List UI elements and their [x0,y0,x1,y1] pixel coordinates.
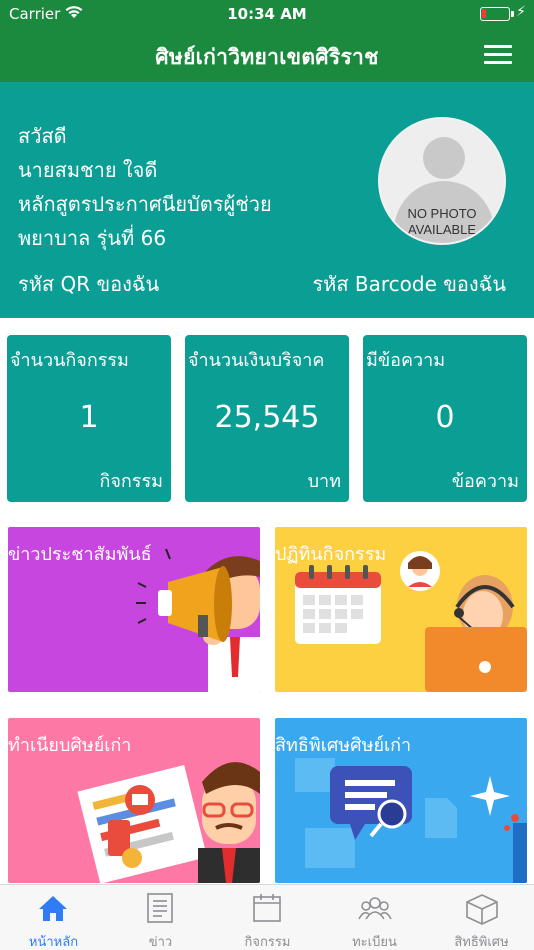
tab-bar: หน้าหลัก ข่าว กิจกรรม ทะเบียน สิทธิพิเศษ [0,884,534,950]
news-icon [147,893,173,923]
my-qr-code-link[interactable]: รหัส QR ของฉัน [18,268,159,300]
tile-label: ปฏิทินกิจกรรม [275,544,387,565]
tile-label: สิทธิพิเศษศิษย์เก่า [275,735,412,756]
hamburger-menu-icon[interactable] [484,45,512,65]
program-line-2: พยาบาล รุ่นที่ 66 [18,226,167,250]
alumni-directory-tile[interactable]: ทำเนียบศิษย์เก่า [8,718,260,883]
tab-label: สิทธิพิเศษ [454,935,509,950]
tab-label: กิจกรรม [244,935,291,950]
clock: 10:34 AM [227,5,307,23]
news-tile[interactable]: ข่าวประชาสัมพันธ์ [8,527,260,692]
status-bar: Carrier 10:34 AM ⚡ [0,0,534,28]
stat-label: มีข้อความ [366,350,446,371]
activity-count-card[interactable]: จำนวนกิจกรรม 1 กิจกรรม [7,335,171,502]
avatar[interactable]: NO PHOTO AVAILABLE [378,117,506,245]
stat-label: จำนวนกิจกรรม [10,350,129,371]
stat-unit: ข้อความ [451,471,519,492]
tab-activities[interactable]: กิจกรรม [214,885,321,950]
stat-value: 0 [435,400,455,435]
box-icon [466,894,498,925]
stat-unit: กิจกรรม [99,471,163,492]
stat-value: 1 [79,400,99,435]
messages-card[interactable]: มีข้อความ 0 ข้อความ [363,335,527,502]
nav-bar: ศิษย์เก่าวิทยาเขตศิริราช [0,28,534,82]
stat-value: 25,545 [214,400,320,435]
profile-header: สวัสดี นายสมชาย ใจดี หลักสูตรประกาศนียบั… [0,82,534,318]
tab-label: หน้าหลัก [28,935,79,950]
calendar-icon [253,894,281,922]
user-name: นายสมชาย ใจดี [18,158,158,182]
my-barcode-link[interactable]: รหัส Barcode ของฉัน [312,268,506,300]
tile-label: ทำเนียบศิษย์เก่า [8,735,132,756]
donation-amount-card[interactable]: จำนวนเงินบริจาค 25,545 บาท [185,335,349,502]
people-icon [358,897,392,920]
greeting-text: สวัสดี [18,124,67,148]
program-line-1: หลักสูตรประกาศนียบัตรผู้ช่วย [18,192,272,216]
page-title: ศิษย์เก่าวิทยาเขตศิริราช [155,45,379,69]
calendar-tile[interactable]: ปฏิทินกิจกรรม [275,527,527,692]
tab-label: ข่าว [148,935,173,950]
tile-label: ข่าวประชาสัมพันธ์ [8,544,152,565]
tab-label: ทะเบียน [352,935,397,950]
stat-unit: บาท [307,471,341,492]
battery-icon [480,7,514,21]
tab-registry[interactable]: ทะเบียน [321,885,428,950]
alumni-privileges-tile[interactable]: สิทธิพิเศษศิษย์เก่า [275,718,527,883]
tab-home[interactable]: หน้าหลัก [0,885,107,950]
tab-news[interactable]: ข่าว [107,885,214,950]
home-icon [39,896,67,921]
tab-privileges[interactable]: สิทธิพิเศษ [428,885,534,950]
stat-label: จำนวนเงินบริจาค [188,350,325,371]
no-photo-text: NO PHOTO AVAILABLE [407,206,477,237]
charging-icon: ⚡ [516,4,526,20]
